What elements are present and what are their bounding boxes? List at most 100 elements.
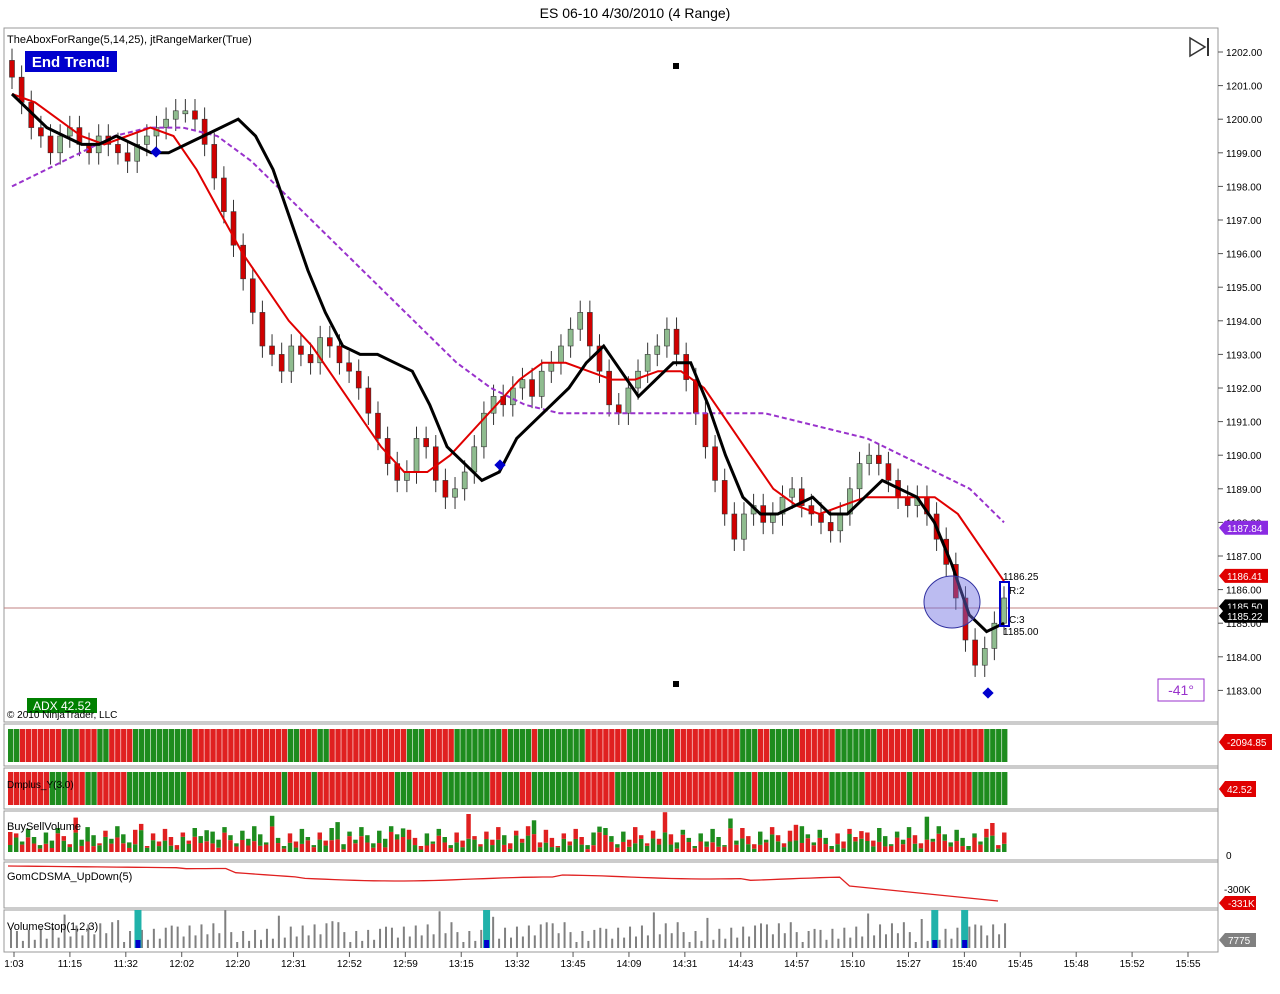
volume-bar	[615, 847, 620, 852]
indicator-label: TheAboxForRange(5,14,25), jtRangeMarker(…	[7, 34, 252, 46]
trend-bar	[19, 729, 26, 762]
candle-body	[269, 345, 275, 355]
trend-bar	[537, 729, 544, 762]
candle-body	[182, 110, 189, 115]
volume-stop-bar	[33, 939, 36, 948]
trend-bar	[769, 729, 776, 762]
volume-bar	[573, 838, 578, 852]
volume-bar	[31, 843, 37, 852]
trend-bar	[222, 729, 228, 762]
trend-bar	[490, 729, 496, 762]
volume-stop-bar	[873, 935, 876, 948]
volume-bar	[484, 839, 489, 852]
price-tick-label: 1195.00	[1226, 283, 1262, 294]
trend-bar	[960, 729, 966, 762]
volume-stop-bar	[920, 919, 923, 948]
candle-body	[288, 345, 295, 372]
volume-bar	[555, 846, 561, 848]
volume-bar	[448, 848, 453, 852]
volume-stop-bar	[944, 928, 947, 948]
price-tick-label: 1189.00	[1226, 485, 1262, 496]
candle-body	[355, 370, 362, 389]
volume-bar	[281, 848, 287, 852]
volume-stop-bar	[825, 939, 828, 948]
volume-bar	[567, 841, 572, 846]
volume-bar	[204, 830, 209, 842]
subpanel-3[interactable]	[3, 810, 1219, 861]
volume-bar	[186, 840, 192, 844]
volume-bar	[912, 843, 918, 852]
trend-bar	[383, 729, 389, 762]
price-tick-label: 1196.00	[1226, 250, 1262, 261]
sp4-value: -331K	[1228, 899, 1255, 910]
volume-stop-bar	[379, 928, 382, 948]
volume-bar	[442, 842, 447, 852]
volume-bar	[329, 840, 334, 852]
volume-stop-spike-base	[962, 940, 968, 948]
volume-bar	[543, 842, 549, 852]
volume-bar	[335, 839, 340, 852]
volume-stop-bar	[551, 923, 554, 948]
trend-bar	[954, 772, 960, 805]
volume-bar	[734, 844, 739, 852]
candle-body	[510, 387, 516, 406]
trend-bar	[871, 772, 877, 805]
trend-bar	[716, 772, 722, 805]
volume-stop-spike-base	[932, 940, 938, 948]
volume-stop-bar	[736, 937, 739, 948]
trend-bar	[406, 729, 413, 762]
volume-bar	[883, 846, 888, 852]
volume-bar	[400, 828, 406, 837]
candle-body	[259, 312, 266, 347]
trend-bar	[758, 772, 764, 805]
volume-bar	[841, 848, 846, 852]
subpanel-5[interactable]	[3, 909, 1219, 953]
volume-bar	[811, 845, 817, 852]
volume-bar	[347, 831, 352, 837]
trend-bar	[740, 772, 746, 805]
volume-stop-bar	[771, 934, 774, 948]
trend-bar	[406, 772, 413, 805]
trend-bar	[472, 729, 478, 762]
volume-bar	[853, 841, 858, 852]
trend-bar	[466, 772, 472, 805]
volume-bar	[894, 837, 900, 852]
volume-bar	[954, 841, 959, 852]
volume-bar	[585, 845, 590, 850]
volume-stop-bar	[652, 912, 655, 948]
volume-stop-bar	[194, 935, 197, 948]
trend-bar	[252, 772, 258, 805]
volume-bar	[144, 846, 150, 848]
trend-bar	[942, 729, 948, 762]
volume-bar	[293, 847, 299, 852]
trend-bar	[567, 729, 573, 762]
volume-bar	[317, 839, 322, 852]
volume-stop-bar	[420, 935, 423, 948]
trend-bar	[573, 772, 579, 805]
volume-bar	[490, 845, 495, 852]
volume-bar	[240, 830, 245, 840]
trend-bar	[329, 772, 335, 805]
trend-bar	[293, 729, 300, 762]
volume-bar	[430, 843, 436, 852]
volume-stop-bar	[271, 938, 274, 948]
volume-bar	[383, 838, 388, 848]
volume-bar	[19, 841, 25, 845]
volume-stop-bar	[623, 937, 626, 948]
volume-bar	[91, 835, 96, 847]
volume-stop-bar	[510, 937, 512, 948]
volume-bar	[656, 838, 662, 845]
volume-bar	[680, 834, 686, 852]
trend-bar	[918, 729, 925, 762]
volume-bar	[305, 840, 311, 852]
volume-bar	[466, 814, 471, 839]
volume-bar	[234, 843, 239, 847]
candle-body	[471, 446, 478, 473]
range-low-label: 1185.00	[1003, 627, 1039, 638]
trend-bar	[561, 729, 567, 762]
trend-bar	[472, 772, 478, 805]
volume-stop-bar	[908, 932, 911, 948]
volume-bar	[299, 843, 305, 852]
volume-bar	[710, 842, 715, 852]
trend-bar	[365, 729, 371, 762]
